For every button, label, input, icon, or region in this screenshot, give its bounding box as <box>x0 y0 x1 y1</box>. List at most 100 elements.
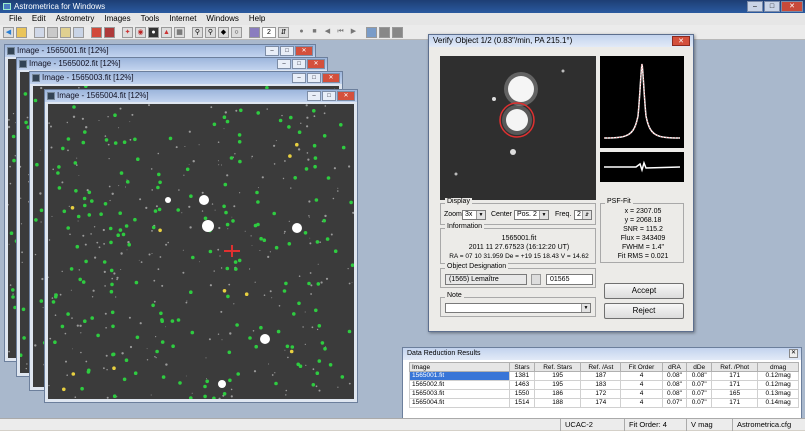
first-icon[interactable]: ⏮ <box>335 27 346 38</box>
psf-fitrms: Fit RMS = 0.021 <box>617 253 669 260</box>
column-header[interactable]: dRA <box>661 362 688 372</box>
maximize-button[interactable]: □ <box>280 46 294 56</box>
star-marker <box>274 245 279 250</box>
star-field-svg <box>48 104 354 399</box>
open-folder-icon[interactable] <box>16 26 27 38</box>
freq-spinner[interactable]: 2 ⇵ <box>574 210 592 220</box>
minimize-button[interactable]: – <box>292 73 306 83</box>
table-cell: 171 <box>711 380 759 390</box>
reject-button[interactable]: Reject <box>604 303 684 319</box>
psf-y: y = 2068.18 <box>624 217 662 224</box>
minimize-button[interactable]: – <box>277 59 291 69</box>
save-icon[interactable] <box>34 26 45 38</box>
column-header[interactable]: Ref. /Phot <box>711 362 759 372</box>
next-icon[interactable]: ▶ <box>348 27 359 38</box>
chevron-down-icon: ▼ <box>539 211 548 219</box>
close-button[interactable]: ✕ <box>781 1 803 12</box>
star-marker <box>176 208 180 212</box>
table-row[interactable]: 1565001.fit 1381 195 187 4 0.08" 0.08" 1… <box>409 371 799 381</box>
star-marker <box>290 345 295 349</box>
column-header[interactable]: Ref. Stars <box>534 362 582 372</box>
star-field-image[interactable] <box>48 104 354 399</box>
menu-images[interactable]: Images <box>99 13 135 25</box>
maximize-button[interactable]: □ <box>292 59 306 69</box>
grid-icon[interactable] <box>104 26 115 38</box>
previous-icon[interactable]: ◀ <box>322 27 333 38</box>
close-button[interactable]: ✕ <box>322 73 340 83</box>
maximize-button[interactable]: □ <box>322 91 336 101</box>
table-row[interactable]: 1565003.fit 1550 186 172 4 0.08" 0.07" 1… <box>409 389 799 399</box>
menu-file[interactable]: File <box>4 13 27 25</box>
browse-button[interactable] <box>531 274 541 285</box>
tile-icon[interactable] <box>366 26 377 38</box>
close-button[interactable]: ✕ <box>672 36 690 46</box>
column-header[interactable]: dmag <box>757 362 799 372</box>
maximize-button[interactable]: □ <box>307 73 321 83</box>
menu-astrometry[interactable]: Astrometry <box>51 13 100 25</box>
star-marker <box>237 133 242 137</box>
close-button[interactable]: ✕ <box>337 91 355 101</box>
column-header[interactable]: Fit Order <box>620 362 663 372</box>
zoom-in-icon[interactable]: ⚲ <box>192 26 203 38</box>
accept-button[interactable]: Accept <box>604 283 684 299</box>
close-button[interactable]: ✕ <box>295 46 313 56</box>
table-row[interactable]: 1565004.fit 1514 188 174 4 0.07" 0.07" 1… <box>409 398 799 408</box>
object-name-field[interactable]: (1565) Lemaître <box>445 274 527 285</box>
star-marker <box>157 172 161 177</box>
mpc-report-icon[interactable]: ▦ <box>174 26 185 38</box>
close-button[interactable]: ✕ <box>307 59 325 69</box>
image-window-4[interactable]: Image - 1565004.fit [12%] – □ ✕ <box>44 89 358 403</box>
film-icon[interactable] <box>47 26 58 38</box>
dialog-titlebar[interactable]: Verify Object 1/2 (0.83"/min, PA 215.1°)… <box>429 35 693 47</box>
star-marker <box>113 113 117 117</box>
menu-tools[interactable]: Tools <box>136 13 165 25</box>
results-titlebar[interactable]: Data Reduction Results ✕ <box>403 348 801 360</box>
menu-help[interactable]: Help <box>244 13 270 25</box>
zoom-select[interactable]: 3x ▼ <box>462 210 486 220</box>
star-marker <box>127 242 131 247</box>
column-header[interactable]: Ref. /Ast <box>580 362 622 372</box>
image-window-titlebar[interactable]: Image - 1565004.fit [12%] – □ ✕ <box>45 90 357 102</box>
play-dot-icon[interactable]: ● <box>296 27 307 38</box>
menu-internet[interactable]: Internet <box>164 13 201 25</box>
table-cell: 171 <box>711 398 759 408</box>
close-button[interactable]: ✕ <box>789 349 798 358</box>
arrange-icon[interactable] <box>392 26 403 38</box>
back-arrow-icon[interactable]: ◀ <box>3 26 14 38</box>
minimize-button[interactable]: – <box>747 1 763 12</box>
column-header[interactable]: dDe <box>686 362 713 372</box>
maximize-button[interactable]: □ <box>764 1 780 12</box>
psf-residual-plot <box>600 152 684 182</box>
column-header[interactable]: Stars <box>508 362 536 372</box>
table-row[interactable]: 1565002.fit 1463 195 183 4 0.08" 0.07" 1… <box>409 380 799 390</box>
photometry-icon[interactable]: ● <box>148 26 159 38</box>
star-marker <box>326 176 331 180</box>
column-header[interactable]: Image <box>409 362 510 372</box>
note-select[interactable]: ▼ <box>445 303 591 313</box>
image-window-titlebar[interactable]: Image - 1565002.fit [12%] – □ ✕ <box>17 58 327 70</box>
astrometry-icon[interactable]: ◉ <box>135 26 146 38</box>
blink-icon[interactable]: ◆ <box>218 26 229 38</box>
star-marker <box>229 156 234 160</box>
menu-windows[interactable]: Windows <box>201 13 243 25</box>
stop-icon[interactable]: ■ <box>309 27 320 38</box>
menu-edit[interactable]: Edit <box>27 13 51 25</box>
minimize-button[interactable]: – <box>265 46 279 56</box>
image-window-titlebar[interactable]: Image - 1565003.fit [12%] – □ ✕ <box>30 72 342 84</box>
object-number-field[interactable]: 01565 <box>546 274 593 285</box>
counter-field[interactable]: 2 <box>262 26 276 38</box>
record-icon[interactable] <box>91 26 102 38</box>
minimize-button[interactable]: – <box>307 91 321 101</box>
settings-icon[interactable] <box>60 26 71 38</box>
center-select[interactable]: Pos. 2 ▼ <box>514 210 549 220</box>
image-window-titlebar[interactable]: Image - 1565001.fit [12%] – □ ✕ <box>5 45 315 57</box>
star-match-icon[interactable]: ✦ <box>122 26 133 38</box>
cascade-icon[interactable] <box>379 26 390 38</box>
track-icon[interactable]: ○ <box>231 26 242 38</box>
load-images-icon[interactable] <box>73 26 84 38</box>
fits-header-icon[interactable]: ▲ <box>161 26 172 38</box>
spin-icon[interactable]: ⇵ <box>278 26 289 38</box>
star-marker <box>293 176 297 180</box>
zoom-out-icon[interactable]: ⚲ <box>205 26 216 38</box>
stack-icon[interactable] <box>249 26 260 38</box>
